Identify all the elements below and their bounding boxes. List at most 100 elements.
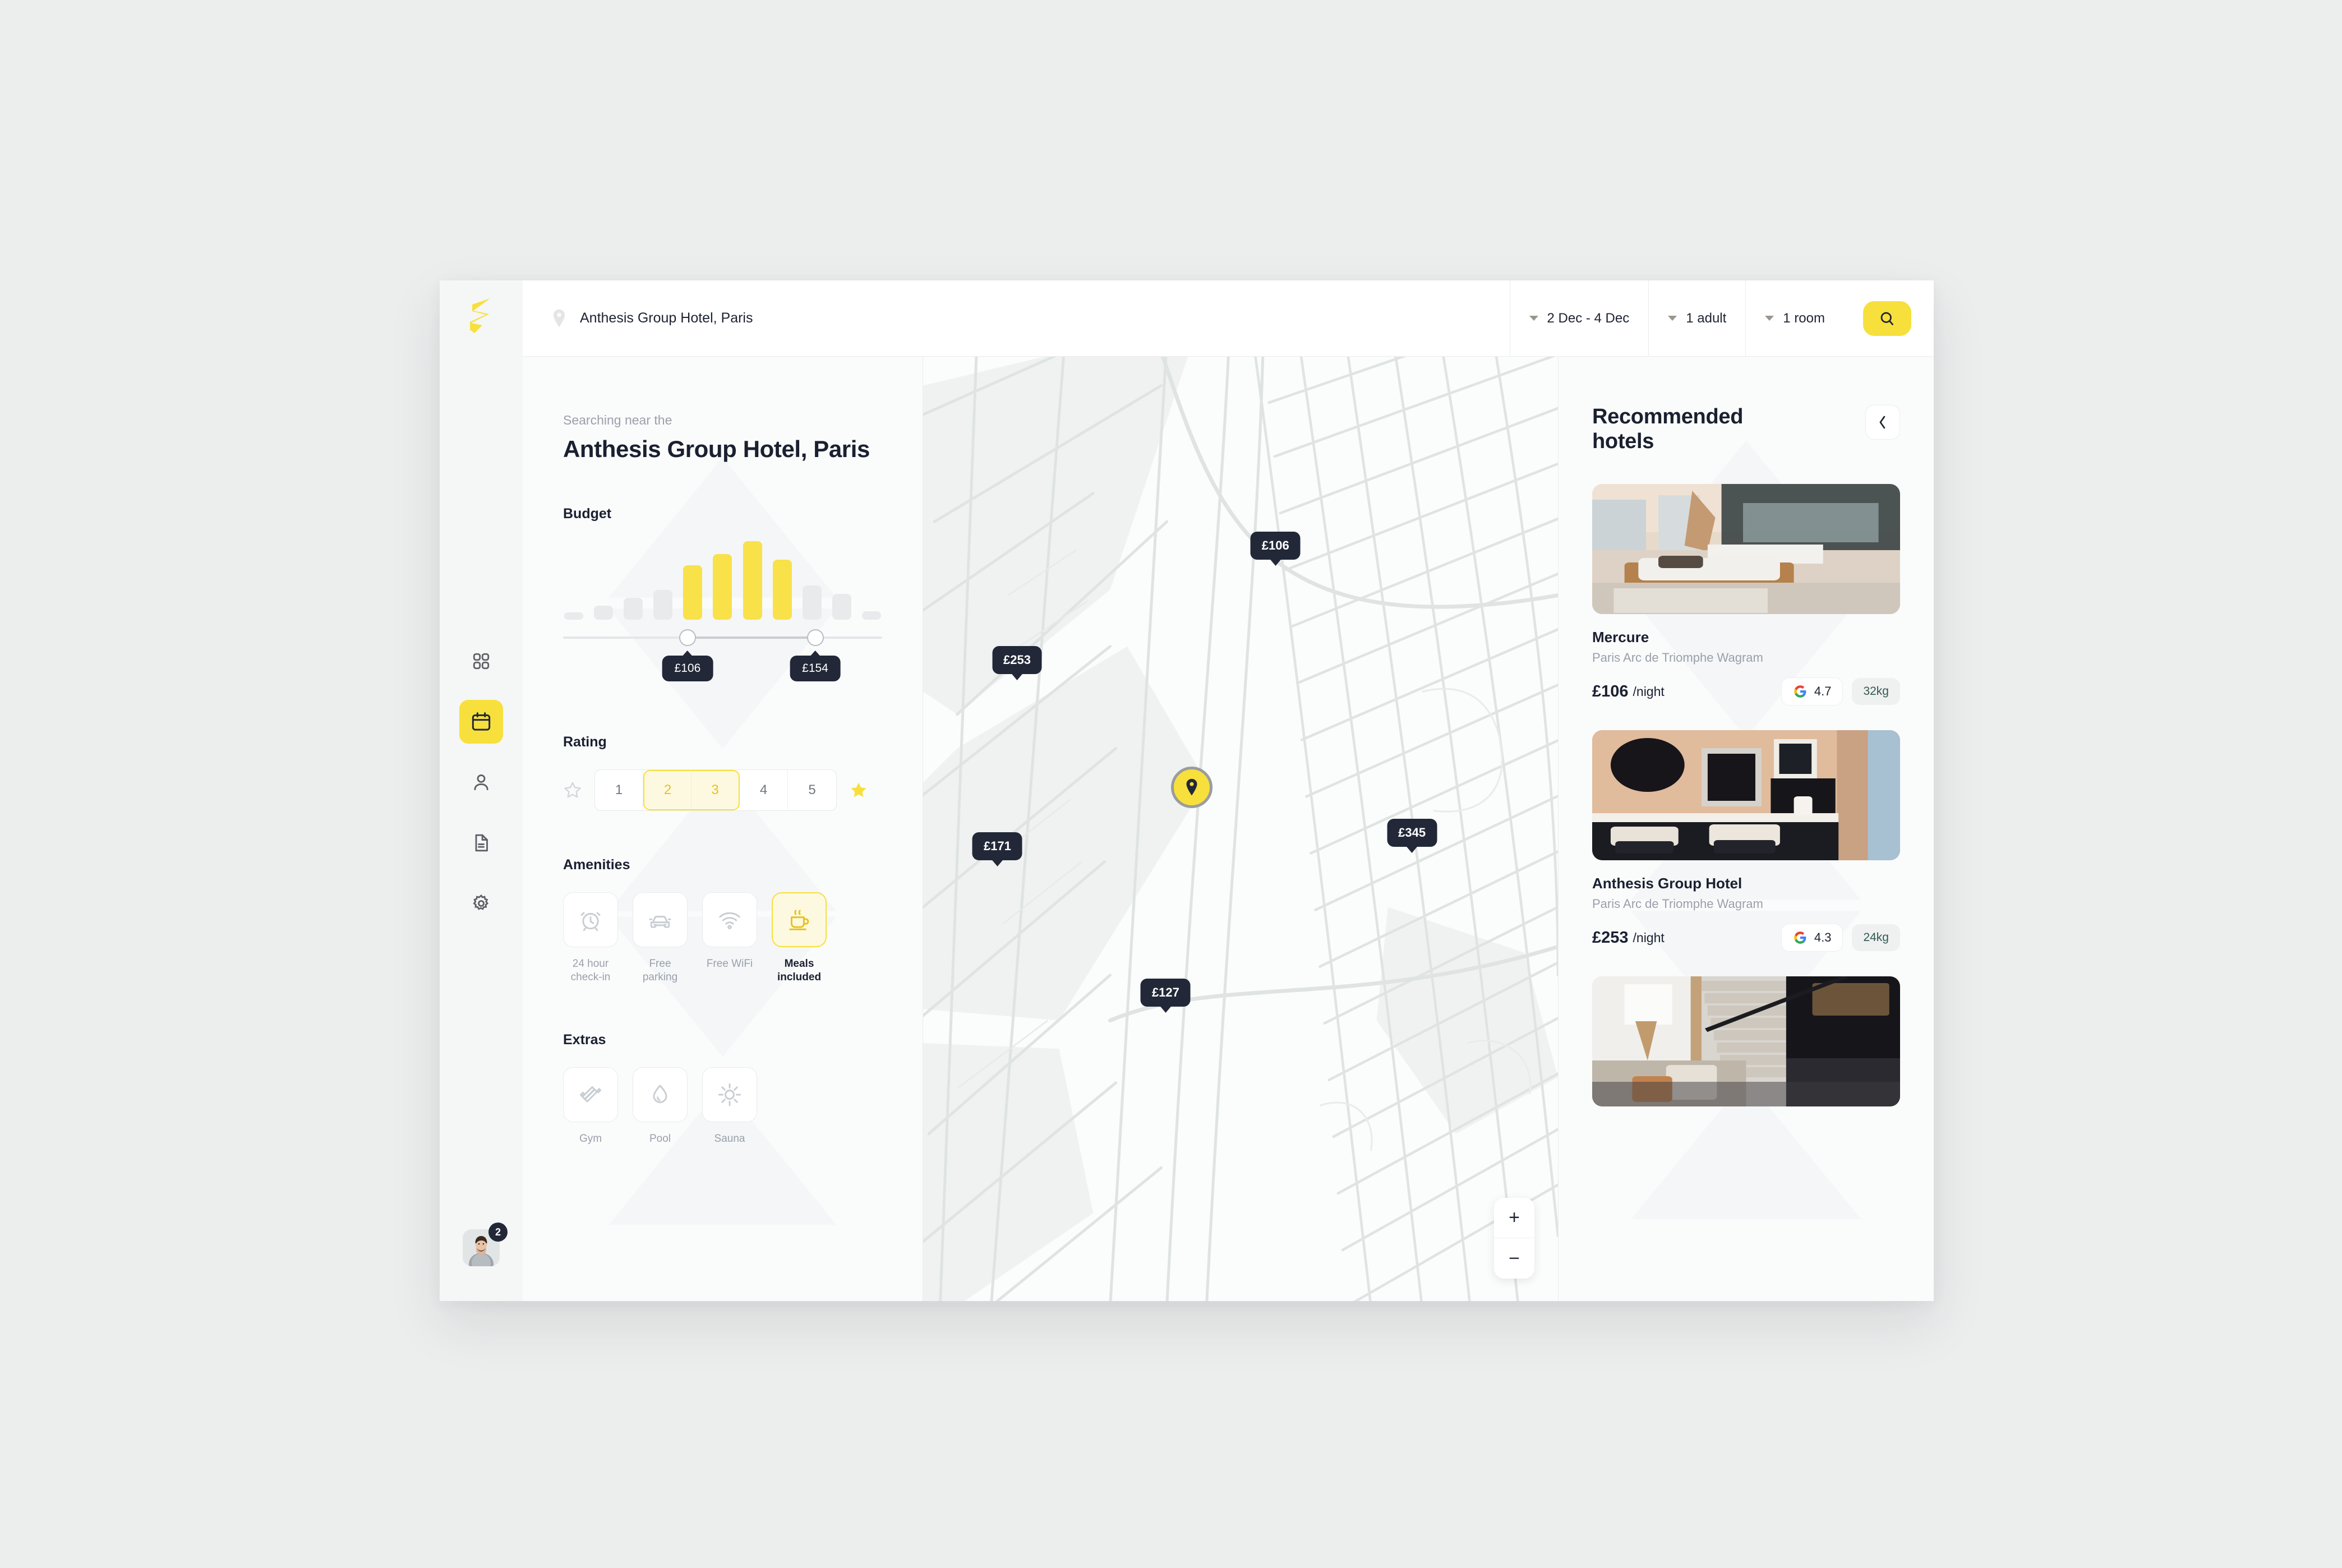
filter-tile-alarm-clock[interactable]: 24 hour check-in <box>563 892 618 985</box>
sidebar-item-settings[interactable] <box>459 882 503 925</box>
app-logo[interactable] <box>440 297 523 338</box>
rooms-selector[interactable]: 1 room <box>1745 280 1844 356</box>
date-range-value: 2 Dec - 4 Dec <box>1547 310 1630 326</box>
guests-selector[interactable]: 1 adult <box>1648 280 1745 356</box>
body-row: Searching near the Anthesis Group Hotel,… <box>523 357 1934 1301</box>
map-view[interactable]: £106 £253 £345 £171 £127 + − <box>923 357 1558 1301</box>
google-icon <box>1794 931 1806 944</box>
zoom-in-button[interactable]: + <box>1494 1198 1534 1238</box>
extras-options: Gym Pool Sauna <box>563 1067 882 1146</box>
hotel-image <box>1592 484 1900 615</box>
rating-value: 4.7 <box>1814 684 1832 699</box>
rating-row: 12345 <box>563 769 882 811</box>
zoom-out-button[interactable]: − <box>1494 1238 1534 1279</box>
sidebar: 2 <box>440 280 523 1301</box>
budget-histogram <box>563 541 882 620</box>
map-price-pin[interactable]: £345 <box>1387 818 1437 847</box>
tile-button[interactable] <box>633 892 688 948</box>
recommended-prev-button[interactable] <box>1865 405 1900 440</box>
chevron-down-icon <box>1668 316 1677 321</box>
sidebar-item-profile[interactable] <box>459 760 503 804</box>
rating-option-4[interactable]: 4 <box>740 770 788 811</box>
budget-label: Budget <box>563 506 612 522</box>
tile-button[interactable] <box>563 892 618 948</box>
page-title: Anthesis Group Hotel, Paris <box>563 436 870 462</box>
slider-knob-max[interactable] <box>806 629 824 647</box>
tile-button[interactable] <box>563 1067 618 1122</box>
sidebar-item-documents[interactable] <box>459 821 503 865</box>
extras-label: Extras <box>563 1031 606 1048</box>
filter-tile-sun[interactable]: Sauna <box>702 1067 757 1146</box>
budget-bar <box>594 606 614 620</box>
tile-label: Pool <box>649 1132 671 1145</box>
map-price-pin[interactable]: £127 <box>1140 978 1191 1007</box>
hotel-location: Paris Arc de Triomphe Wagram <box>1592 897 1763 911</box>
date-range-selector[interactable]: 2 Dec - 4 Dec <box>1509 280 1649 356</box>
rating-label: Rating <box>563 734 607 750</box>
rating-option-3[interactable]: 3 <box>691 770 740 811</box>
recommended-content: Recommended hotels Mercure Paris Arc de T… <box>1592 405 1900 1107</box>
wifi-icon <box>719 912 740 930</box>
user-avatar-wrapper[interactable]: 2 <box>463 1223 508 1266</box>
slider-fill <box>687 637 815 639</box>
active-hotel-marker[interactable] <box>1170 766 1213 808</box>
filter-tile-wifi[interactable]: Free WiFi <box>702 892 757 985</box>
budget-bar <box>772 560 792 620</box>
tile-label: 24 hour check-in <box>570 958 611 984</box>
filter-tile-coffee-cup[interactable]: Meals included <box>772 892 827 985</box>
user-icon <box>474 774 488 791</box>
rating-chip[interactable]: 4.7 <box>1781 677 1843 706</box>
calendar-icon <box>472 712 491 731</box>
budget-bar <box>624 598 643 620</box>
sidebar-item-dashboard[interactable] <box>459 639 503 683</box>
hotel-card[interactable] <box>1592 976 1900 1107</box>
tile-label: Meals included <box>777 958 822 984</box>
filters-panel: Searching near the Anthesis Group Hotel,… <box>523 357 923 1301</box>
alarm-clock-icon <box>580 912 601 931</box>
location-pin-icon <box>553 309 565 327</box>
filter-tile-dumbbell[interactable]: Gym <box>563 1067 618 1146</box>
hotel-photo <box>1592 976 1900 1107</box>
notification-badge: 2 <box>488 1223 508 1242</box>
map-price-pin[interactable]: £253 <box>992 645 1043 674</box>
rating-option-5[interactable]: 5 <box>788 770 836 810</box>
hotel-card[interactable]: Mercure Paris Arc de Triomphe Wagram £106/… <box>1592 484 1900 706</box>
slider-knob-min[interactable] <box>679 629 696 647</box>
tile-label: Gym <box>579 1132 602 1145</box>
extras-filter: Extras Gym Pool Sauna <box>563 1032 882 1146</box>
tile-button[interactable] <box>633 1067 688 1122</box>
hotel-name: Anthesis Group Hotel <box>1592 875 1742 892</box>
hotel-photo <box>1592 484 1900 615</box>
chevron-down-icon <box>1765 316 1774 321</box>
amenities-label: Amenities <box>563 857 630 873</box>
search-button[interactable] <box>1863 301 1911 336</box>
main-column: Anthesis Group Hotel, Paris 2 Dec - 4 De… <box>523 280 1934 1301</box>
filters-content: Searching near the Anthesis Group Hotel,… <box>563 413 882 1146</box>
tile-button[interactable] <box>702 1067 757 1122</box>
tile-button[interactable] <box>702 892 757 948</box>
rating-chip[interactable]: 4.3 <box>1781 924 1843 952</box>
hotel-card[interactable]: Anthesis Group Hotel Paris Arc de Triomph… <box>1592 730 1900 952</box>
location-search-field[interactable]: Anthesis Group Hotel, Paris <box>523 280 1510 356</box>
rating-option-2[interactable]: 2 <box>643 770 691 811</box>
budget-slider[interactable] <box>563 625 882 650</box>
map-price-pin[interactable]: £106 <box>1250 532 1301 560</box>
star-filled-icon <box>851 782 866 797</box>
tile-button[interactable] <box>772 892 827 948</box>
map-price-pin[interactable]: £171 <box>972 832 1022 860</box>
topbar: Anthesis Group Hotel, Paris 2 Dec - 4 De… <box>523 280 1934 357</box>
recommended-header: Recommended hotels <box>1592 405 1900 454</box>
sidebar-item-bookings[interactable] <box>459 700 503 744</box>
dumbbell-icon <box>579 1086 602 1103</box>
hotel-location: Paris Arc de Triomphe Wagram <box>1592 651 1763 665</box>
rating-option-1[interactable]: 1 <box>595 770 643 811</box>
co2-chip: 32kg <box>1852 678 1900 705</box>
search-button-wrapper <box>1844 280 1934 356</box>
water-drop-icon <box>653 1085 667 1103</box>
filter-tile-car[interactable]: Free parking <box>633 892 688 985</box>
chevron-down-icon <box>1529 316 1538 321</box>
budget-bar <box>802 585 822 620</box>
car-icon <box>649 916 671 928</box>
hotel-card-footer: £253/night 4.3 24kg <box>1592 924 1900 952</box>
filter-tile-water-drop[interactable]: Pool <box>633 1067 688 1146</box>
